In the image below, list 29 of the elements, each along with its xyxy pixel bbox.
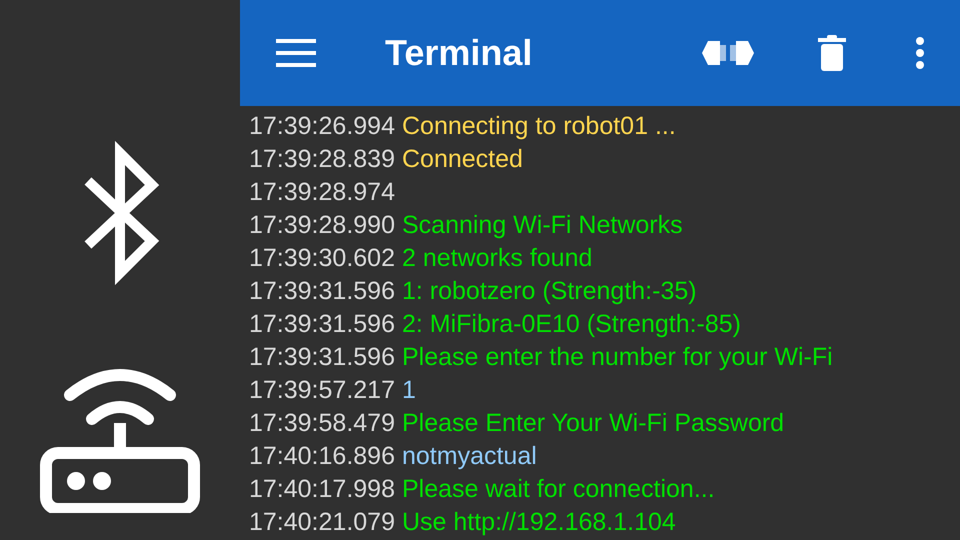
timestamp: 17:39:28.974: [249, 178, 395, 206]
timestamp: 17:40:16.896: [249, 442, 395, 470]
log-message: Please enter the number for your Wi-Fi: [402, 343, 833, 371]
timestamp: 17:39:58.479: [249, 409, 395, 437]
log-message: notmyactual: [402, 442, 537, 470]
log-message: 2: MiFibra-0E10 (Strength:-85): [402, 310, 742, 338]
timestamp: 17:39:57.217: [249, 376, 395, 404]
timestamp: 17:39:31.596: [249, 277, 395, 305]
timestamp: 17:39:28.839: [249, 145, 395, 173]
log-message: 1: [402, 376, 416, 404]
app-title: Terminal: [385, 32, 534, 74]
more-options-icon[interactable]: [916, 37, 924, 69]
log-message: Connected: [402, 145, 523, 173]
timestamp: 17:39:30.602: [249, 244, 395, 272]
log-message: Connecting to robot01 ...: [402, 112, 676, 140]
log-message: Please wait for connection...: [402, 475, 715, 503]
trash-icon[interactable]: [818, 35, 846, 71]
log-message: Please Enter Your Wi-Fi Password: [402, 409, 784, 437]
timestamp: 17:39:28.990: [249, 211, 395, 239]
timestamp: 17:39:26.994: [249, 112, 395, 140]
timestamp: 17:39:31.596: [249, 343, 395, 371]
log-message: Scanning Wi-Fi Networks: [402, 211, 683, 239]
log-message: 1: robotzero (Strength:-35): [402, 277, 697, 305]
log-message: 2 networks found: [402, 244, 592, 272]
menu-icon[interactable]: [276, 39, 316, 67]
timestamp: 17:40:21.079: [249, 508, 395, 536]
log-message: Use http://192.168.1.104: [402, 508, 676, 536]
timestamp: 17:40:17.998: [249, 475, 395, 503]
timestamp: 17:39:31.596: [249, 310, 395, 338]
